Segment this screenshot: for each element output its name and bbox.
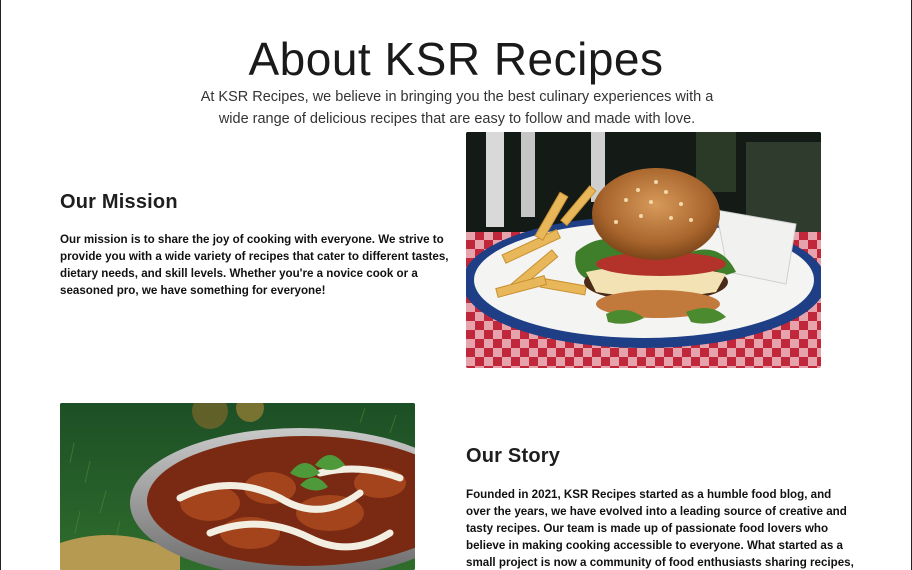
burger-photo [466,132,821,368]
curry-illustration [60,403,415,570]
mission-heading: Our Mission [60,191,178,213]
curry-photo [60,403,415,570]
burger-illustration [466,132,821,368]
story-text: Founded in 2021, KSR Recipes started as … [466,488,854,569]
mission-text: Our mission is to share the joy of cooki… [60,233,449,297]
page-title: About KSR Recipes [248,32,664,85]
intro-paragraph: At KSR Recipes, we believe in bringing y… [200,88,714,127]
story-heading: Our Story [466,445,561,467]
